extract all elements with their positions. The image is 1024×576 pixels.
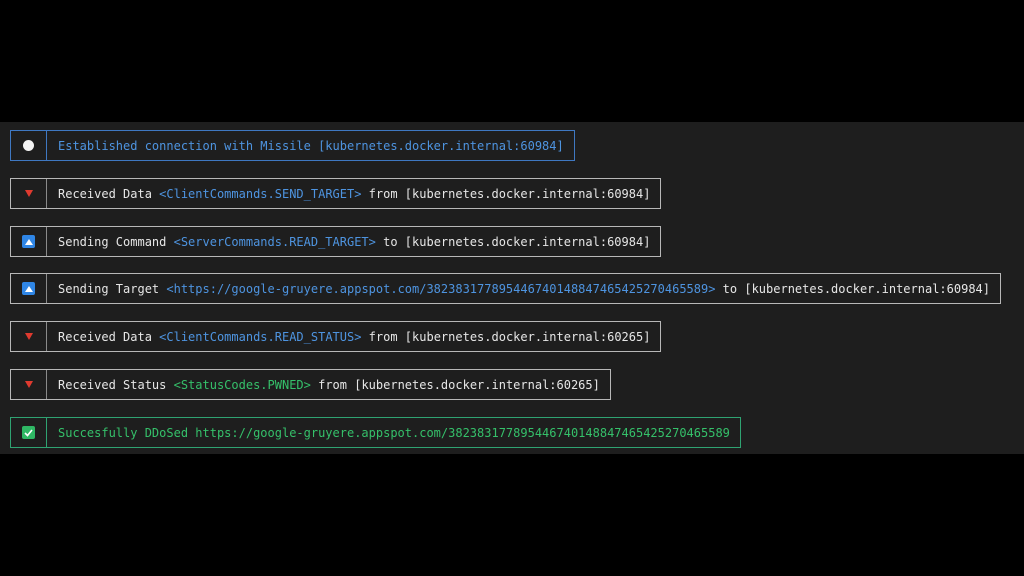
log-suffix: to [kubernetes.docker.internal:60984] xyxy=(375,234,651,249)
log-row-received-data: Received Data <ClientCommands.SEND_TARGE… xyxy=(10,178,662,209)
log-message: Succesfully DDoSed https://google-gruyer… xyxy=(47,426,740,440)
log-icon-cell xyxy=(11,227,47,256)
log-message: Received Data <ClientCommands.READ_STATU… xyxy=(47,330,660,344)
log-prefix: Received Status xyxy=(58,377,174,392)
red-down-triangle-icon xyxy=(24,190,33,197)
log-target-url: <https://google-gruyere.appspot.com/3823… xyxy=(166,281,716,296)
log-icon-cell xyxy=(11,179,47,208)
log-message: Sending Target <https://google-gruyere.a… xyxy=(47,282,1000,296)
log-prefix: Received Data xyxy=(58,186,160,201)
log-suffix: to [kubernetes.docker.internal:60984] xyxy=(715,281,990,296)
log-row-sending-target: Sending Target <https://google-gruyere.a… xyxy=(10,273,1001,304)
connection-text: Established connection with Missile [kub… xyxy=(58,138,564,153)
log-message: Received Status <StatusCodes.PWNED> from… xyxy=(47,378,610,392)
log-prefix: Received Data xyxy=(58,329,160,344)
log-command: <ClientCommands.SEND_TARGET> xyxy=(159,186,362,201)
terminal-log-panel: Established connection with Missile [kub… xyxy=(0,122,1024,454)
log-row-connection: Established connection with Missile [kub… xyxy=(10,130,575,161)
log-command: <ServerCommands.READ_TARGET> xyxy=(173,234,376,249)
success-text: Succesfully DDoSed https://google-gruyer… xyxy=(58,425,730,440)
log-row-sending-command: Sending Command <ServerCommands.READ_TAR… xyxy=(10,226,662,257)
log-row-received-status-data: Received Data <ClientCommands.READ_STATU… xyxy=(10,321,662,352)
log-icon-cell xyxy=(11,370,47,399)
log-suffix: from [kubernetes.docker.internal:60984] xyxy=(361,186,651,201)
red-down-triangle-icon xyxy=(24,381,33,388)
log-prefix: Sending Command xyxy=(58,234,174,249)
log-suffix: from [kubernetes.docker.internal:60265] xyxy=(310,377,600,392)
white-circle-icon xyxy=(23,140,34,151)
log-message: Received Data <ClientCommands.SEND_TARGE… xyxy=(47,187,660,201)
green-check-icon xyxy=(22,426,35,439)
log-message: Established connection with Missile [kub… xyxy=(47,139,574,153)
log-icon-cell xyxy=(11,418,47,447)
log-suffix: from [kubernetes.docker.internal:60265] xyxy=(361,329,651,344)
log-icon-cell xyxy=(11,131,47,160)
log-icon-cell xyxy=(11,274,47,303)
red-down-triangle-icon xyxy=(24,333,33,340)
log-icon-cell xyxy=(11,322,47,351)
log-row-success: Succesfully DDoSed https://google-gruyer… xyxy=(10,417,741,448)
log-status-code: <StatusCodes.PWNED> xyxy=(173,377,311,392)
log-prefix: Sending Target xyxy=(58,281,167,296)
log-row-received-status: Received Status <StatusCodes.PWNED> from… xyxy=(10,369,611,400)
blue-up-arrow-icon xyxy=(22,282,35,295)
blue-up-arrow-icon xyxy=(22,235,35,248)
log-command: <ClientCommands.READ_STATUS> xyxy=(159,329,362,344)
log-message: Sending Command <ServerCommands.READ_TAR… xyxy=(47,235,660,249)
